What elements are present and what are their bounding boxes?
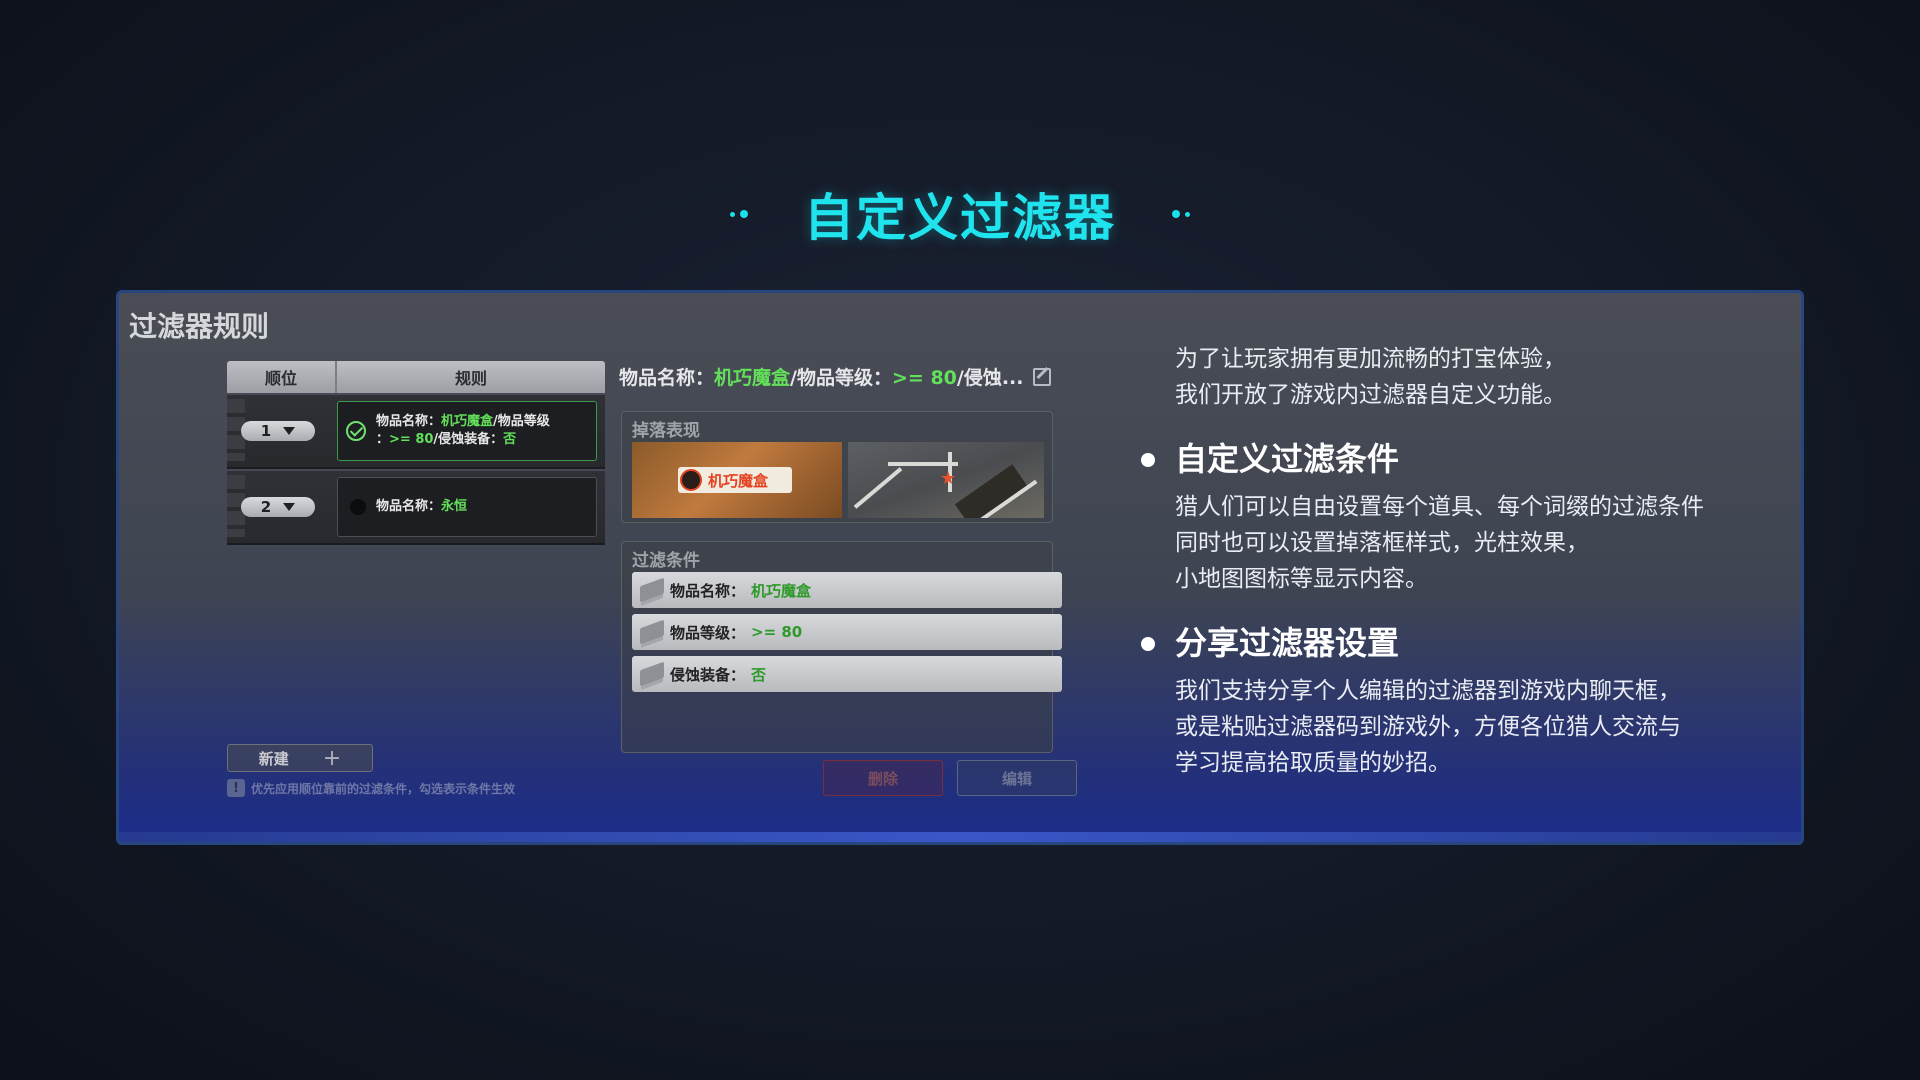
condition-item[interactable]: 物品等级： >= 80 bbox=[632, 614, 1062, 650]
content-panel: 过滤器规则 顺位 规则 1 物品名称：机巧魔盒/物品等级 ：>= 80/侵蚀装备… bbox=[116, 290, 1804, 845]
detail-header-text: 物品名称：机巧魔盒/物品等级：>= 80/侵蚀... bbox=[619, 367, 1024, 389]
section-title: 自定义过滤条件 bbox=[1175, 440, 1400, 478]
layers-icon bbox=[640, 619, 664, 645]
drop-label-preview[interactable]: 机巧魔盒 bbox=[632, 442, 842, 518]
rule-hint: ! 优先应用顺位靠前的过滤条件，勾选表示条件生效 bbox=[227, 779, 515, 797]
edit-icon[interactable] bbox=[1033, 367, 1052, 386]
order-select[interactable]: 1 bbox=[241, 421, 315, 441]
plus-icon: + bbox=[322, 745, 342, 771]
intro-text: 为了让玩家拥有更加流畅的打宝体验， 我们开放了游戏内过滤器自定义功能。 bbox=[1175, 346, 1566, 408]
drop-section-title: 掉落表现 bbox=[632, 421, 700, 441]
rule-table-header: 顺位 规则 bbox=[227, 361, 605, 393]
feature-section: 分享过滤器设置 我们支持分享个人编辑的过滤器到游戏内聊天框， 或是粘贴过滤器码到… bbox=[1141, 623, 1795, 781]
section-body: 猎人们可以自由设置每个道具、每个词缀的过滤条件 同时也可以设置掉落框样式，光柱效… bbox=[1175, 494, 1704, 592]
title-decoration-left bbox=[730, 210, 748, 218]
title-decoration-right bbox=[1172, 210, 1190, 218]
hint-text: 优先应用顺位靠前的过滤条件，勾选表示条件生效 bbox=[251, 781, 516, 796]
rule-table: 顺位 规则 1 物品名称：机巧魔盒/物品等级 ：>= 80/侵蚀装备：否 2 物… bbox=[227, 361, 605, 545]
condition-item[interactable]: 侵蚀装备：否 bbox=[632, 656, 1062, 692]
layers-icon bbox=[640, 577, 664, 603]
bullet-icon bbox=[1141, 637, 1155, 651]
new-rule-button[interactable]: 新建 + bbox=[227, 744, 373, 772]
slide-title: 自定义过滤器 bbox=[804, 189, 1116, 247]
drop-tag-text: 机巧魔盒 bbox=[708, 471, 769, 490]
order-value: 2 bbox=[260, 498, 272, 516]
drop-appearance-section: 掉落表现 机巧魔盒 ★ bbox=[621, 411, 1053, 523]
rule-text: 物品名称：永恒 bbox=[376, 499, 468, 514]
star-icon: ★ bbox=[940, 468, 957, 489]
detail-header: 物品名称：机巧魔盒/物品等级：>= 80/侵蚀... bbox=[619, 363, 1052, 390]
filter-section-title: 过滤条件 bbox=[632, 551, 700, 571]
chevron-down-icon bbox=[283, 427, 296, 435]
rule-row[interactable]: 1 物品名称：机巧魔盒/物品等级 ：>= 80/侵蚀装备：否 bbox=[227, 395, 605, 469]
exclamation-icon: ! bbox=[227, 779, 245, 797]
header-order: 顺位 bbox=[227, 361, 337, 393]
chevron-down-icon bbox=[283, 503, 296, 511]
new-button-label: 新建 bbox=[258, 749, 289, 768]
rule-text: 物品名称：机巧魔盒/物品等级 ：>= 80/侵蚀装备：否 bbox=[376, 414, 550, 447]
delete-button[interactable]: 删除 bbox=[823, 760, 943, 796]
section-body: 我们支持分享个人编辑的过滤器到游戏内聊天框， 或是粘贴过滤器码到游戏外，方便各位… bbox=[1175, 678, 1681, 776]
rule-row[interactable]: 2 物品名称：永恒 bbox=[227, 471, 605, 545]
rule-cell[interactable]: 物品名称：永恒 bbox=[337, 477, 597, 537]
unchecked-circle-icon[interactable] bbox=[350, 499, 366, 515]
rule-cell[interactable]: 物品名称：机巧魔盒/物品等级 ：>= 80/侵蚀装备：否 bbox=[337, 401, 597, 461]
edit-button[interactable]: 编辑 bbox=[957, 760, 1077, 796]
map-wall bbox=[853, 467, 903, 509]
slide-header: 自定义过滤器 bbox=[0, 178, 1920, 250]
minimap-preview[interactable]: ★ bbox=[848, 442, 1044, 518]
check-circle-icon[interactable] bbox=[346, 421, 366, 441]
order-select[interactable]: 2 bbox=[241, 497, 315, 517]
bullet-icon bbox=[1141, 453, 1155, 467]
condition-item[interactable]: 物品名称： 机巧魔盒 bbox=[632, 572, 1062, 608]
header-rule: 规则 bbox=[454, 369, 487, 388]
section-title: 分享过滤器设置 bbox=[1175, 624, 1400, 662]
panel-bottom-bar bbox=[119, 832, 1801, 842]
drop-tag: 机巧魔盒 bbox=[678, 467, 792, 493]
game-panel-title: 过滤器规则 bbox=[129, 310, 270, 343]
skull-icon bbox=[680, 469, 702, 491]
feature-description: 为了让玩家拥有更加流畅的打宝体验， 我们开放了游戏内过滤器自定义功能。 自定义过… bbox=[1141, 341, 1795, 781]
layers-icon bbox=[640, 661, 664, 687]
feature-section: 自定义过滤条件 猎人们可以自由设置每个道具、每个词缀的过滤条件 同时也可以设置掉… bbox=[1141, 439, 1795, 597]
order-value: 1 bbox=[260, 422, 272, 440]
filter-conditions-section: 过滤条件 物品名称： 机巧魔盒 物品等级： >= 80 侵蚀装备：否 bbox=[621, 541, 1062, 753]
